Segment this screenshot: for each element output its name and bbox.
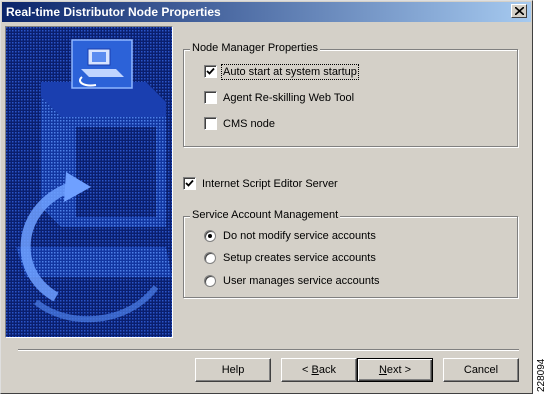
internet-script-checkbox[interactable] [183,177,196,190]
next-button[interactable]: Next > [357,358,433,382]
radio-button[interactable] [204,275,216,287]
back-button-arrow: < [302,364,312,376]
agent-reskilling-label: Agent Re-skilling Web Tool [223,91,355,104]
auto-start-label: Auto start at system startup [221,63,359,80]
cms-node-checkbox[interactable] [204,117,217,130]
back-button-label: ack [318,364,336,376]
close-icon [515,7,524,15]
radio-button[interactable] [204,252,216,264]
back-button-accesskey: B [311,364,319,376]
auto-start-checkbox-row[interactable]: Auto start at system startup [204,63,359,80]
radio-option-user-manages[interactable]: User manages service accounts [204,275,380,287]
wizard-side-image [5,26,173,338]
internet-script-checkbox-row[interactable]: Internet Script Editor Server [183,177,338,190]
checkmark-icon [185,179,194,187]
help-button[interactable]: Help [195,358,271,382]
close-button[interactable] [511,4,527,18]
title-bar[interactable]: Real-time Distributor Node Properties [2,2,531,22]
back-button[interactable]: < Back [281,358,357,382]
radio-option-setup-creates[interactable]: Setup creates service accounts [204,252,376,264]
radio-label: User manages service accounts [223,275,380,287]
window-title: Real-time Distributor Node Properties [6,5,221,19]
help-button-label: Help [221,364,245,376]
cms-node-label: CMS node [223,117,275,130]
radio-selected-dot [208,234,212,238]
next-button-accesskey: N [378,364,387,376]
service-account-group-label: Service Account Management [190,209,341,221]
radio-option-no-modify[interactable]: Do not modify service accounts [204,230,376,242]
figure-id: 228094 [536,358,546,392]
node-manager-group-label: Node Manager Properties [190,42,320,54]
radio-label: Do not modify service accounts [223,230,376,242]
button-separator [18,349,519,351]
next-button-label: ext > [386,364,412,376]
cms-node-checkbox-row[interactable]: CMS node [204,117,275,130]
agent-reskilling-checkbox-row[interactable]: Agent Re-skilling Web Tool [204,91,354,104]
cancel-button[interactable]: Cancel [443,358,519,382]
internet-script-label: Internet Script Editor Server [202,177,338,190]
radio-button[interactable] [204,230,216,242]
agent-reskilling-checkbox[interactable] [204,91,217,104]
checkmark-icon [206,67,215,75]
auto-start-checkbox[interactable] [204,65,217,78]
radio-label: Setup creates service accounts [223,252,376,264]
dialog-window: Real-time Distributor Node Properties No… [0,0,533,394]
cancel-button-label: Cancel [463,364,499,376]
